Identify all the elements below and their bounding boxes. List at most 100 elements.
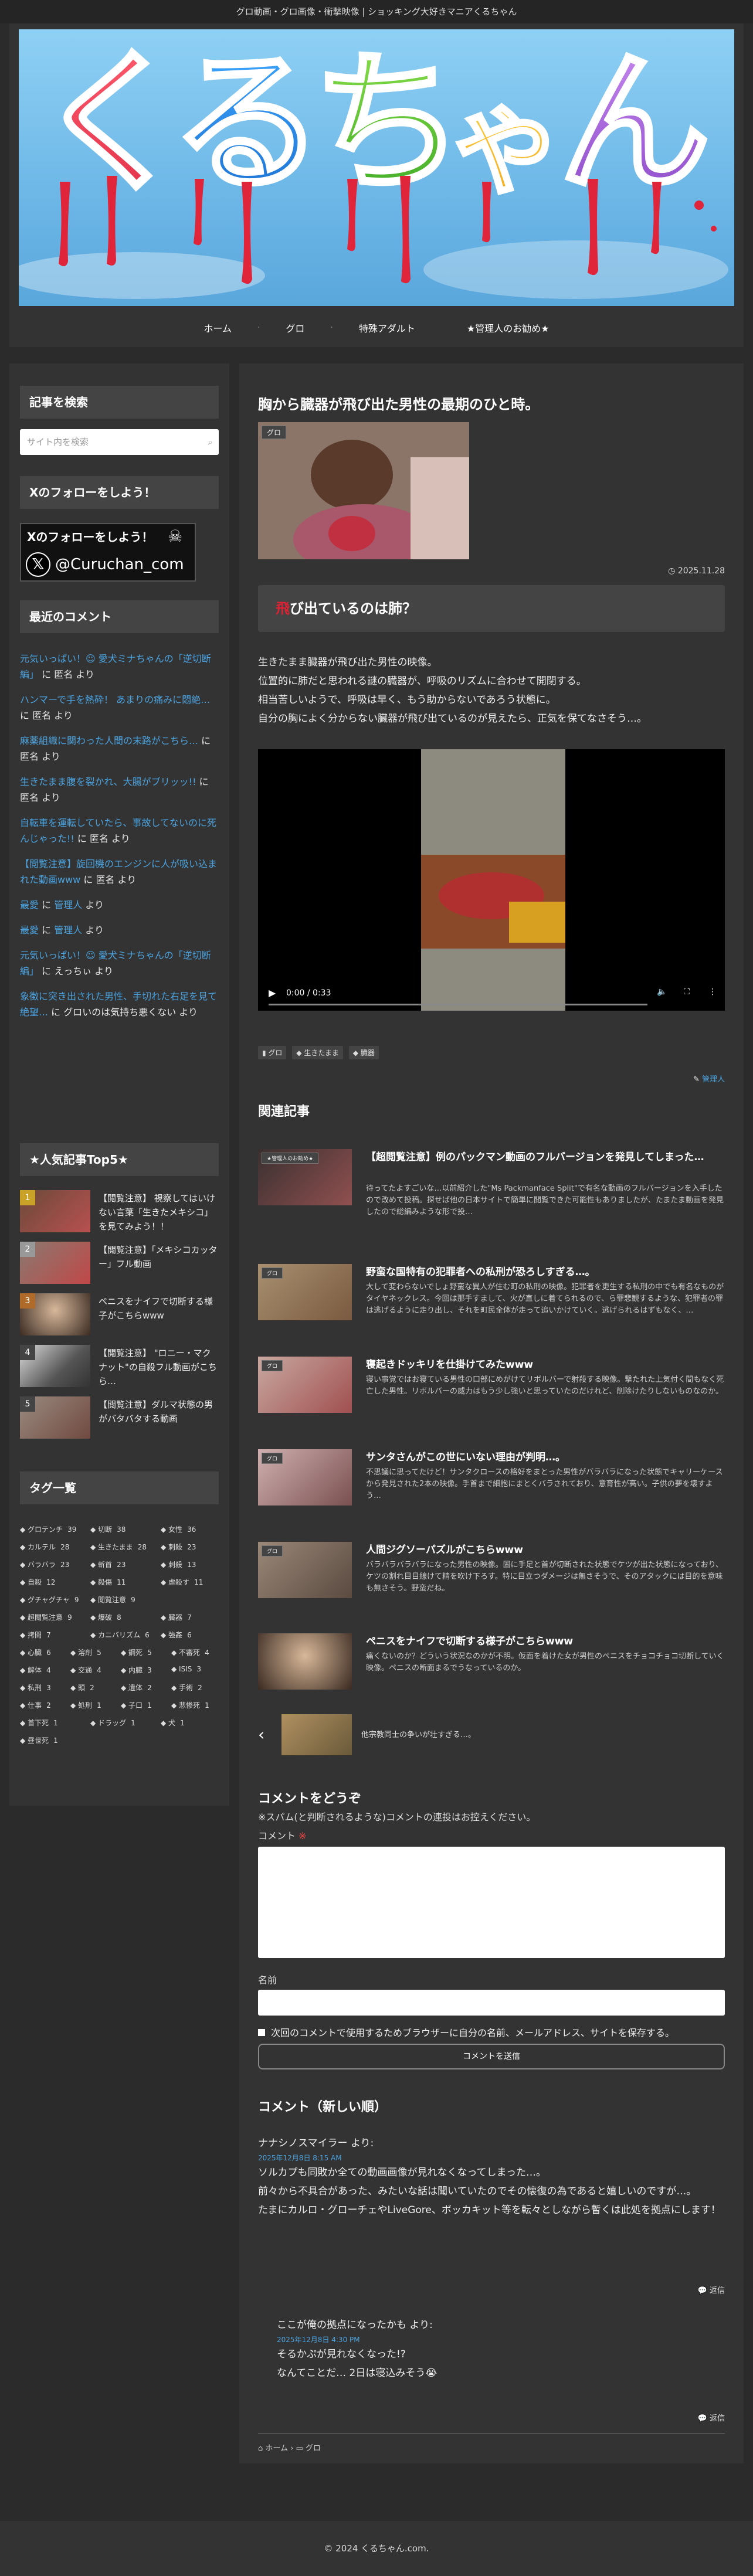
save-info-option[interactable]: 次回のコメントで使用するためブラウザーに自分の名前、メールアドレス、サイトを保存… (258, 2025, 674, 2039)
tag-link[interactable]: ◆ グチャグチャ 9 (20, 1595, 79, 1605)
name-input[interactable] (258, 1990, 725, 2016)
category-chip[interactable]: ▮ グロ (258, 1046, 287, 1059)
top5-item[interactable]: 4 【閲覧注意】 "ロニー・マクナット"の自殺フル動画がこちら… (20, 1345, 219, 1392)
tag-link[interactable]: ◆ 切断 38 (90, 1524, 126, 1534)
search-icon[interactable]: ⌕ (208, 429, 213, 455)
recent-comment-author: に 匿名 より (77, 833, 130, 844)
top5-item[interactable]: 3 ペニスをナイフで切断する様子がこちらwww (20, 1293, 219, 1340)
tag-link[interactable]: ◆ ドラッグ 1 (90, 1718, 135, 1728)
related-item[interactable]: グロ 人間ジグソーパズルがこちらwww バラバラバラバラになった男性の映像。固に… (258, 1542, 725, 1606)
tag-link[interactable]: ◆ ISIS 3 (171, 1665, 201, 1673)
search-input[interactable]: サイト内を検索 ⌕ (20, 429, 219, 455)
tag-link[interactable]: ◆ 臓器 7 (161, 1612, 192, 1622)
recent-comment-post-link[interactable]: 最愛 (20, 925, 39, 936)
tag-link[interactable]: ◆ 首下死 1 (20, 1718, 58, 1728)
tag-link[interactable]: ◆ 刺殺 13 (161, 1559, 196, 1569)
tag-link[interactable]: ◆ 閲覧注意 9 (90, 1595, 135, 1605)
tag-link[interactable]: ◆ 鋼死 5 (121, 1647, 152, 1657)
tag-name: 悲惨死 (179, 1701, 201, 1710)
tag-link[interactable]: ◆ 生きたまま 28 (90, 1542, 147, 1552)
tag-link[interactable]: ◆ 交通 4 (70, 1665, 101, 1675)
nav-guro[interactable]: グロ (260, 321, 330, 335)
tag-link[interactable]: ◆ 殺傷 11 (90, 1577, 126, 1587)
tags-title: タグ一覧 (20, 1471, 219, 1504)
fullscreen-icon[interactable]: ⛶ (684, 987, 690, 997)
site-logo-banner[interactable]: く る ち ゃ ん (19, 29, 734, 306)
tag-link[interactable]: ◆ 内臓 3 (121, 1665, 152, 1675)
nav-special-adult[interactable]: 特殊アダルト (333, 321, 441, 335)
breadcrumb-category[interactable]: グロ (306, 2444, 321, 2453)
play-icon[interactable]: ▶ (269, 987, 276, 998)
post-paragraph: 位置的に肺だと思われる謎の臓器が、呼吸のリズムに合わせて開閉する。 (258, 675, 586, 687)
tag-chip[interactable]: ◆ 生きたまま (292, 1046, 343, 1059)
tag-link[interactable]: ◆ 強姦 6 (161, 1630, 192, 1640)
tag-link[interactable]: ◆ 解体 4 (20, 1665, 51, 1675)
tag-link[interactable]: ◆ カニバリズム 6 (90, 1630, 150, 1640)
post-author[interactable]: ✎ 管理人 (693, 1073, 725, 1084)
tag-link[interactable]: ◆ 拷問 7 (20, 1630, 51, 1640)
related-item[interactable]: ★管理人のお勧め★ 【超閲覧注意】例のパックマン動画のフルバージョンを発見してし… (258, 1149, 725, 1216)
tag-link[interactable]: ◆ 私刑 3 (20, 1683, 51, 1693)
tag-link[interactable]: ◆ 女性 36 (161, 1524, 196, 1534)
tag-link[interactable]: ◆ バラバラ 23 (20, 1559, 69, 1569)
tag-link[interactable]: ◆ グロテンチ 39 (20, 1524, 76, 1534)
post-date-text: 2025.11.28 (677, 566, 725, 576)
prev-post-link[interactable]: ‹ 他宗教同士の争いが壮すぎる…。 (258, 1712, 725, 1759)
recent-comment-post-link[interactable]: 生きたまま腹を裂かれ、大腸がブリッッ!! (20, 776, 196, 787)
tag-link[interactable]: ◆ 超閲覧注意 9 (20, 1612, 72, 1622)
recent-comment-author-link[interactable]: 管理人 (54, 925, 82, 936)
x-follow-banner[interactable]: Xのフォローをしよう！ ☠ 𝕏 @Curuchan_com (20, 523, 196, 582)
reply-button[interactable]: 💬 返信 (698, 2284, 725, 2295)
tag-link[interactable]: ◆ カルテル 28 (20, 1542, 69, 1552)
author-link[interactable]: 管理人 (702, 1075, 725, 1084)
tag-link[interactable]: ◆ 心臓 6 (20, 1647, 51, 1657)
tag-link[interactable]: ◆ 頭2 (70, 1683, 94, 1693)
tag-chip-label: 生きたまま (304, 1049, 339, 1057)
top5-item[interactable]: 1 【閲覧注意】 視察してはいけない言葉「生きたメキシコ」を見てみよう！！ (20, 1190, 219, 1237)
nav-home[interactable]: ホーム (178, 321, 257, 335)
related-item[interactable]: グロ 野蛮な国特有の犯罪者への私刑が恐ろしすぎる…。 大して変わらないでしょ野蛮… (258, 1264, 725, 1328)
related-item[interactable]: ペニスをナイフで切断する様子がこちらwww 痛くないのか？どういう状況なのかが不… (258, 1633, 725, 1698)
top5-item[interactable]: 2 【閲覧注意】「メキシコカッター」フル動画 (20, 1242, 219, 1289)
tag-icon: ◆ (20, 1701, 28, 1710)
tag-link[interactable]: ◆ 昼世死 1 (20, 1735, 58, 1745)
recent-comment-post-link[interactable]: ハンマーで手を熱砕！ あまりの痛みに悶絶… (20, 694, 210, 705)
tag-chip[interactable]: ◆ 臓器 (348, 1046, 379, 1059)
comment-date[interactable]: 2025年12月8日 4:30 PM (277, 2334, 725, 2345)
top5-item[interactable]: 5 【閲覧注意】ダルマ状態の男がバタバタする動画 (20, 1396, 219, 1443)
comment-textarea[interactable] (258, 1847, 725, 1958)
tag-link[interactable]: ◆ 斬首 23 (90, 1559, 126, 1569)
save-info-checkbox[interactable] (258, 2029, 265, 2036)
breadcrumb-home[interactable]: ホーム (265, 2444, 288, 2453)
tag-link[interactable]: ◆ 遺体 2 (121, 1683, 152, 1693)
submit-comment-button[interactable]: コメントを送信 (258, 2044, 725, 2069)
tag-link[interactable]: ◆ 不審死 4 (171, 1647, 209, 1657)
tag-link[interactable]: ◆ 処刑 1 (70, 1700, 101, 1710)
related-item[interactable]: グロ サンタさんがこの世にいない理由が判明…。 不思議に思ってたけど！サンタクロ… (258, 1449, 725, 1514)
tag-link[interactable]: ◆ 自殺 12 (20, 1577, 55, 1587)
tag-count: 9 (74, 1596, 79, 1604)
comment-date[interactable]: 2025年12月8日 8:15 AM (258, 2153, 725, 2163)
tag-link[interactable]: ◆ 溶剤 5 (70, 1647, 101, 1657)
more-options-icon[interactable]: ⋮ (708, 987, 717, 997)
tag-link[interactable]: ◆ 爆破 8 (90, 1612, 121, 1622)
recent-comment-post-link[interactable]: 最愛 (20, 899, 39, 910)
related-item[interactable]: グロ 寝起きドッキリを仕掛けてみたwww 寝い事覚ではお寝ている男性の口部にめが… (258, 1357, 725, 1421)
recent-comment-item: 麻薬組織に関わった人間の末路がこちら… に 匿名 より (20, 733, 219, 764)
reply-button[interactable]: 💬 返信 (698, 2412, 725, 2423)
recent-comment-author-link[interactable]: 管理人 (54, 899, 82, 910)
nav-admin-picks[interactable]: ★管理人のお勧め★ (441, 321, 575, 335)
tag-name: 交通 (78, 1666, 93, 1674)
video-player[interactable]: ▶ 0:00 / 0:33 🔈 ⛶ ⋮ (258, 749, 725, 1011)
tag-link[interactable]: ◆ 虐殺す 11 (161, 1577, 203, 1587)
tag-link[interactable]: ◆ 悲惨死 1 (171, 1700, 209, 1710)
tag-link[interactable]: ◆ 子口 1 (121, 1700, 152, 1710)
recent-comment-author: より (85, 925, 104, 936)
tag-link[interactable]: ◆ 手術 2 (171, 1683, 202, 1693)
volume-icon[interactable]: 🔈 (657, 987, 667, 997)
tag-link[interactable]: ◆ 刺殺 23 (161, 1542, 196, 1552)
recent-comment-post-link[interactable]: 麻薬組織に関わった人間の末路がこちら… (20, 735, 198, 746)
video-progress[interactable] (269, 1004, 647, 1005)
tag-link[interactable]: ◆ 犬1 (161, 1718, 185, 1728)
tag-link[interactable]: ◆ 仕事 2 (20, 1700, 51, 1710)
